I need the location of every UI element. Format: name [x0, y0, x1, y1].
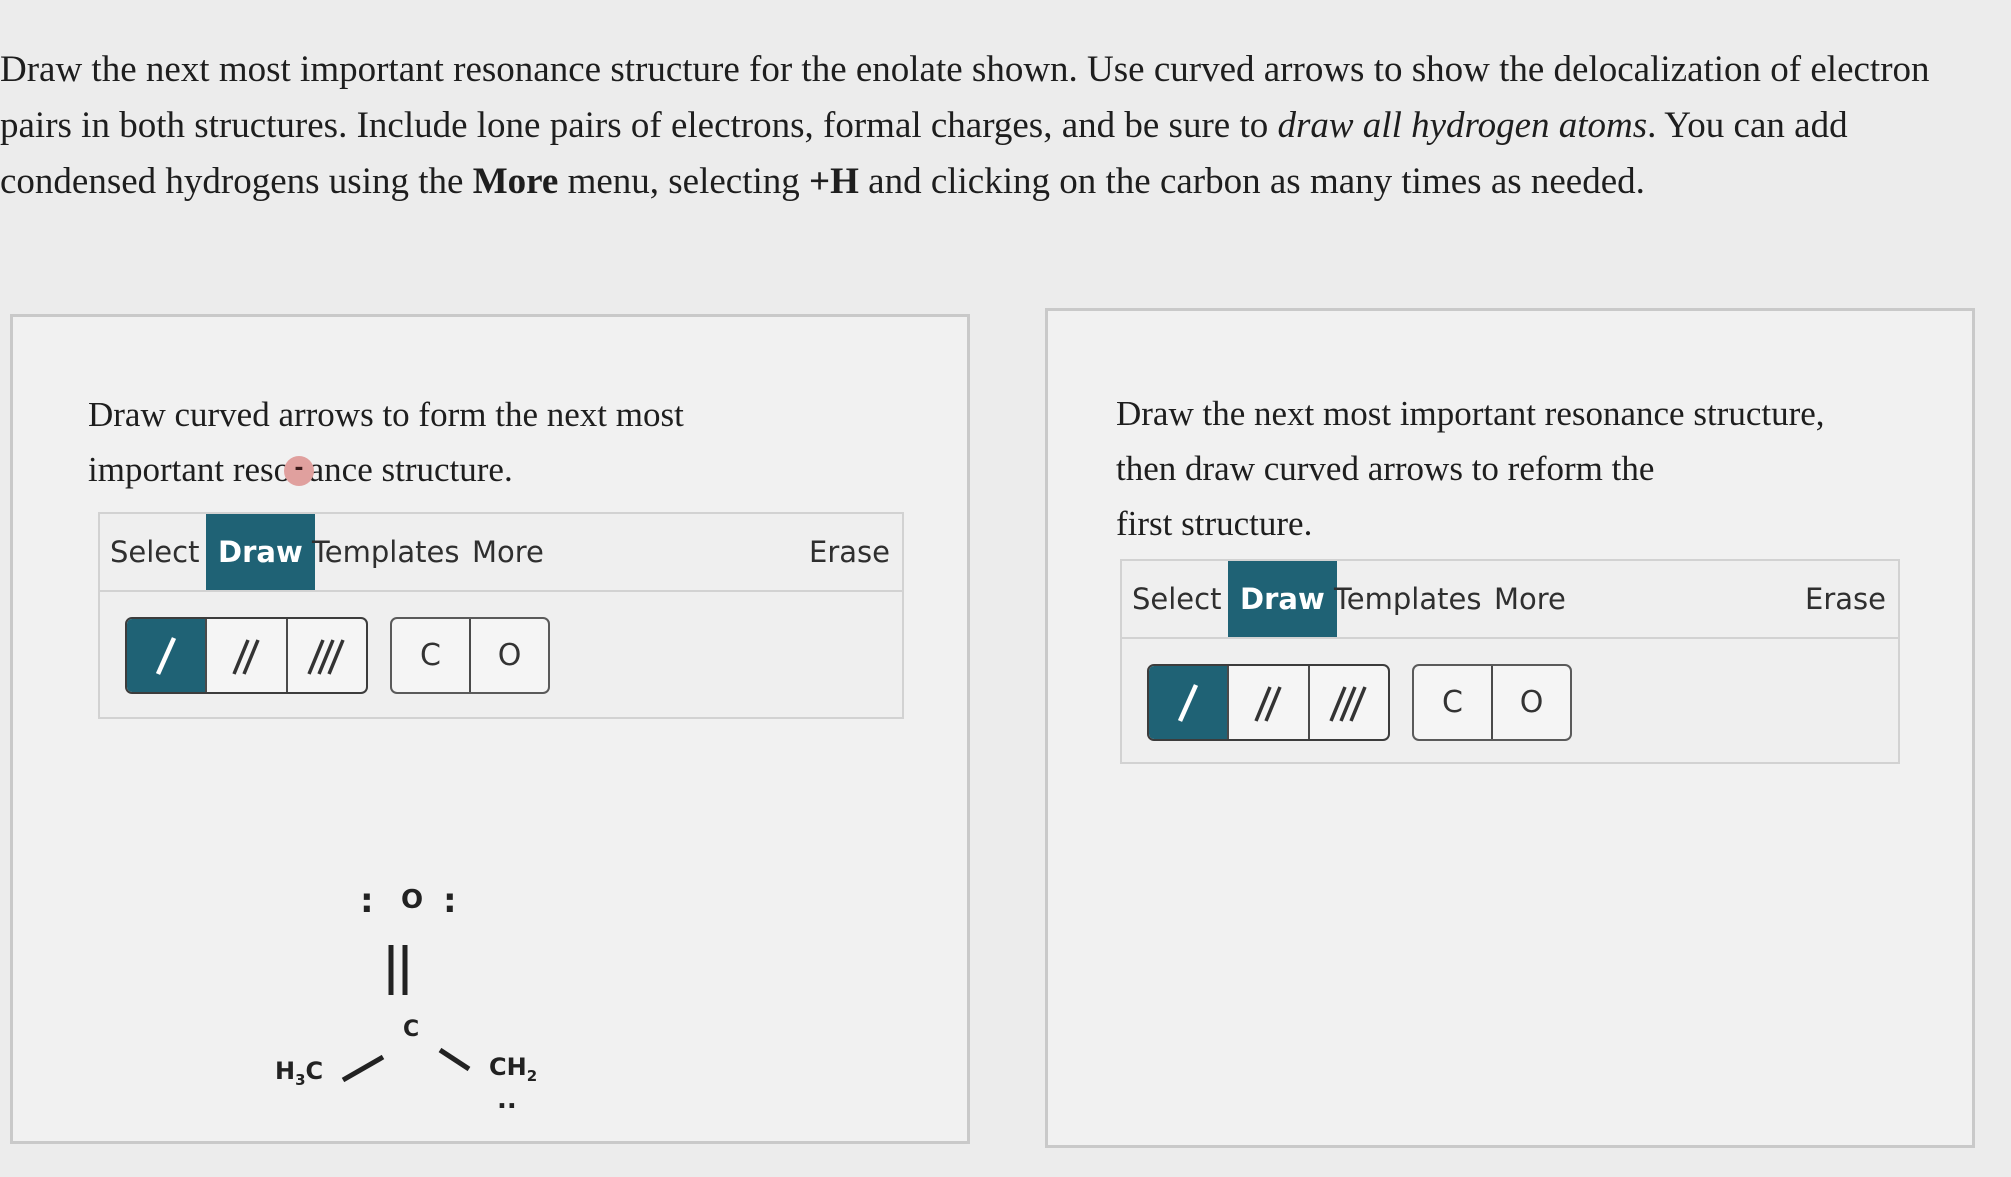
left-more-tab[interactable]: More	[472, 514, 544, 590]
left-triple-bond-button[interactable]	[288, 619, 366, 692]
left-carbon-atom-button[interactable]: C	[392, 619, 471, 692]
left-prompt-line-2: important resonance structure.	[88, 450, 513, 489]
instructions-plus-h-keyword: +H	[809, 161, 859, 202]
oxygen-atom-label: O	[401, 885, 424, 915]
double-bond-icon	[1254, 685, 1283, 722]
left-editor-menubar: Select Draw Templates More Erase	[100, 514, 902, 592]
right-prompt-line-3: first structure.	[1116, 504, 1313, 543]
right-bond-tools	[1147, 664, 1390, 741]
left-panel-prompt: Draw curved arrows to form the next most…	[88, 387, 808, 497]
oxygen-lone-pair-right: :	[443, 881, 457, 921]
left-draw-tab[interactable]: Draw	[206, 514, 315, 590]
left-prompt-line-1: Draw curved arrows to form the next most	[88, 395, 684, 434]
right-prompt-line-1: Draw the next most important resonance s…	[1116, 394, 1825, 433]
carbanion-lone-pair: ..	[497, 1085, 517, 1115]
right-prompt-line-2: then draw curved arrows to reform the	[1116, 449, 1655, 488]
methyl-group-label: H3C	[275, 1057, 324, 1089]
question-instructions: Draw the next most important resonance s…	[0, 42, 1960, 210]
triple-bond-icon	[307, 638, 345, 675]
right-single-bond-button[interactable]	[1149, 666, 1230, 739]
single-bond-icon	[156, 636, 177, 675]
left-atom-tools: C O	[390, 617, 550, 694]
left-oxygen-atom-button[interactable]: O	[471, 619, 548, 692]
right-draw-tab[interactable]: Draw	[1228, 561, 1337, 637]
instructions-more-keyword: More	[472, 161, 559, 202]
right-panel-prompt: Draw the next most important resonance s…	[1116, 386, 1916, 551]
left-drawing-editor: Select Draw Templates More Erase C O	[98, 512, 904, 719]
triple-bond-icon	[1329, 685, 1367, 722]
right-drawing-editor: Select Draw Templates More Erase C O	[1120, 559, 1900, 764]
left-question-panel: Draw curved arrows to form the next most…	[10, 314, 970, 1144]
left-templates-tab[interactable]: Templates	[312, 514, 459, 590]
right-atom-tools: C O	[1412, 664, 1572, 741]
right-templates-tab[interactable]: Templates	[1334, 561, 1481, 637]
right-carbon-atom-button[interactable]: C	[1414, 666, 1493, 739]
instructions-text-3: menu, selecting	[558, 161, 810, 202]
negative-charge-badge: -	[284, 456, 314, 486]
right-double-bond-button[interactable]	[1229, 666, 1310, 739]
left-bond-tools	[125, 617, 368, 694]
molecule-bonds	[341, 945, 471, 1083]
methyl-bond	[341, 1054, 385, 1083]
methylene-bond	[438, 1047, 471, 1072]
left-single-bond-button[interactable]	[127, 619, 208, 692]
right-question-panel: Draw the next most important resonance s…	[1045, 308, 1975, 1148]
instructions-text-4: and clicking on the carbon as many times…	[858, 161, 1645, 202]
carbonyl-carbon-label: C	[403, 1017, 420, 1042]
methylene-group-label: CH2	[489, 1053, 538, 1085]
right-oxygen-atom-button[interactable]: O	[1493, 666, 1570, 739]
double-bond-icon	[232, 638, 261, 675]
right-triple-bond-button[interactable]	[1310, 666, 1388, 739]
oxygen-lone-pair-left: :	[360, 881, 374, 921]
right-select-tab[interactable]: Select	[1132, 561, 1221, 637]
left-double-bond-button[interactable]	[207, 619, 288, 692]
left-erase-button[interactable]: Erase	[809, 514, 890, 590]
right-editor-menubar: Select Draw Templates More Erase	[1122, 561, 1898, 639]
instructions-emphasis: draw all hydrogen atoms	[1277, 105, 1648, 146]
left-select-tab[interactable]: Select	[110, 514, 199, 590]
right-erase-button[interactable]: Erase	[1805, 561, 1886, 637]
right-more-tab[interactable]: More	[1494, 561, 1566, 637]
single-bond-icon	[1178, 683, 1199, 722]
